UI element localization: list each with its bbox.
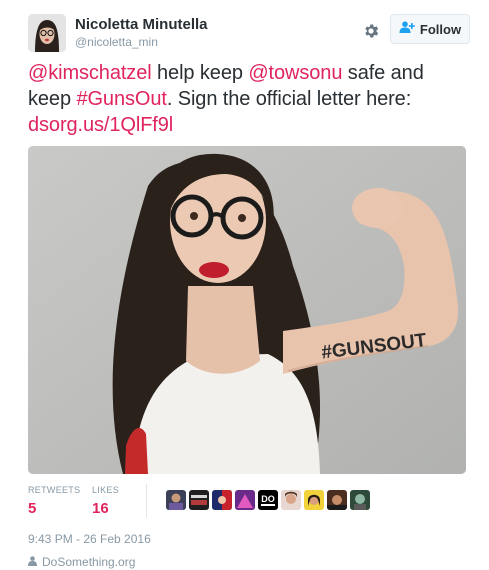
follow-label: Follow xyxy=(419,21,462,37)
liker-avatar[interactable] xyxy=(327,490,347,510)
tweet-text-segment: . Sign the official letter here: xyxy=(166,88,412,110)
likes-count: 16 xyxy=(92,500,109,517)
liker-avatars: DO xyxy=(166,490,370,510)
hashtag-link[interactable]: #GunsOut xyxy=(76,88,166,110)
stats-divider xyxy=(146,484,147,518)
tweet-text-segment: help keep xyxy=(151,62,249,84)
likes-label: LIKES xyxy=(92,485,120,495)
liker-avatar[interactable] xyxy=(304,490,324,510)
retweets-count: 5 xyxy=(28,500,37,517)
mention-link[interactable]: @kimschatzel xyxy=(28,62,152,84)
location-label: DoSomething.org xyxy=(42,555,136,569)
tweet-stats: RETWEETS 5 LIKES 16 DO xyxy=(28,484,468,524)
retweets-stat[interactable]: RETWEETS 5 xyxy=(28,484,80,519)
avatar[interactable] xyxy=(28,14,66,52)
follow-button[interactable]: Follow xyxy=(390,14,470,44)
user-handle[interactable]: @nicoletta_min xyxy=(75,34,208,50)
svg-text:DO: DO xyxy=(261,494,275,504)
tweet-text: @kimschatzel help keep @towsonu safe and… xyxy=(28,60,468,138)
liker-avatar[interactable] xyxy=(212,490,232,510)
add-user-icon xyxy=(399,20,415,38)
tweet-header: Nicoletta Minutella @nicoletta_min Follo… xyxy=(28,14,470,54)
liker-avatar[interactable] xyxy=(281,490,301,510)
location[interactable]: DoSomething.org xyxy=(28,555,135,569)
display-name[interactable]: Nicoletta Minutella xyxy=(75,16,208,34)
liker-avatar[interactable] xyxy=(166,490,186,510)
user-names[interactable]: Nicoletta Minutella @nicoletta_min xyxy=(75,16,208,50)
timestamp[interactable]: 9:43 PM - 26 Feb 2016 xyxy=(28,532,151,546)
gear-icon[interactable] xyxy=(362,22,380,40)
mention-link[interactable]: @towsonu xyxy=(248,62,342,84)
tweet-card: Nicoletta Minutella @nicoletta_min Follo… xyxy=(0,0,489,570)
person-icon xyxy=(28,555,37,569)
likes-stat[interactable]: LIKES 16 xyxy=(92,484,119,519)
retweets-label: RETWEETS xyxy=(28,485,81,495)
tweet-photo[interactable]: #GUNSOUT xyxy=(28,146,466,474)
url-link[interactable]: dsorg.us/1QlFf9l xyxy=(28,114,173,136)
liker-avatar[interactable] xyxy=(235,490,255,510)
liker-avatar[interactable]: DO xyxy=(258,490,278,510)
liker-avatar[interactable] xyxy=(189,490,209,510)
liker-avatar[interactable] xyxy=(350,490,370,510)
